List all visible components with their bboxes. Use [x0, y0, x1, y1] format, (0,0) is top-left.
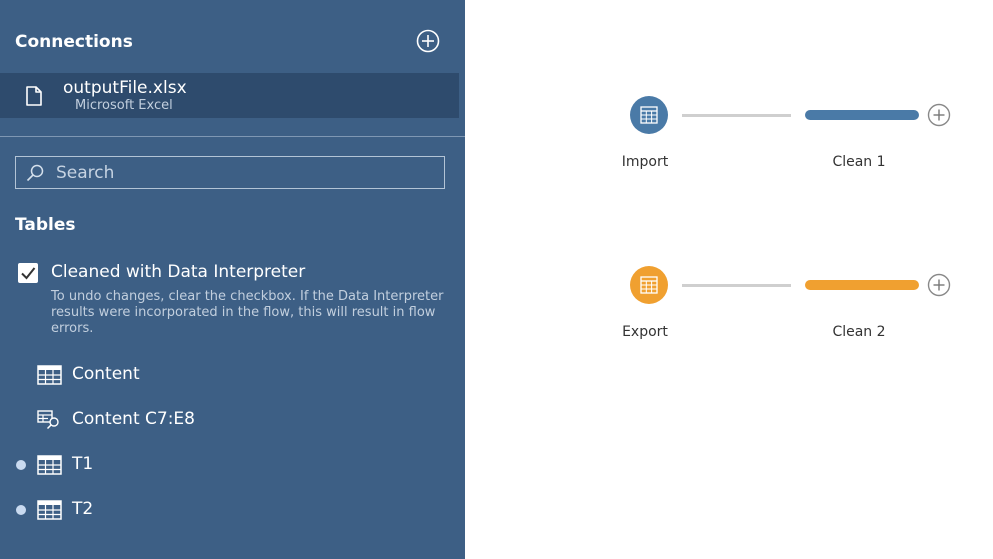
plus-circle-icon [416, 29, 440, 53]
connection-item[interactable]: outputFile.xlsx Microsoft Excel [0, 73, 459, 118]
flow-connector [682, 284, 791, 287]
plus-circle-icon [927, 103, 951, 127]
table-item-label: T1 [72, 454, 94, 474]
input-node-export[interactable] [630, 266, 668, 304]
input-node-label: Export [622, 324, 668, 340]
clean-step-clean-2[interactable] [805, 280, 919, 290]
table-item-label: Content C7:E8 [72, 409, 195, 429]
input-node-import[interactable] [630, 96, 668, 134]
table-item-t2[interactable]: T2 [0, 493, 465, 527]
data-interpreter-label: Cleaned with Data Interpreter [51, 262, 306, 282]
tables-title: Tables [15, 215, 76, 235]
input-node-label: Import [621, 154, 669, 170]
search-box[interactable] [15, 156, 445, 189]
table-icon [640, 276, 658, 294]
clean-step-label: Clean 1 [832, 154, 886, 170]
plus-circle-icon [927, 273, 951, 297]
table-icon [37, 365, 62, 385]
connections-sidebar: Connections outputFile.xlsx Microsoft Ex… [0, 0, 465, 559]
table-item-t1[interactable]: T1 [0, 448, 465, 482]
clean-step-label: Clean 2 [832, 324, 886, 340]
table-item-content-range[interactable]: Content C7:E8 [0, 403, 465, 437]
search-icon [26, 164, 44, 182]
connection-type: Microsoft Excel [75, 98, 173, 113]
table-item-content[interactable]: Content [0, 358, 465, 392]
flow-canvas[interactable]: Import Clean 1 Export Clean 2 [465, 0, 993, 559]
add-step-button[interactable] [926, 272, 952, 298]
table-item-label: Content [72, 364, 140, 384]
table-search-icon [37, 410, 59, 430]
table-icon [37, 500, 62, 520]
checkmark-icon [21, 267, 36, 280]
connection-name: outputFile.xlsx [63, 78, 187, 98]
in-flow-indicator [16, 505, 26, 515]
add-step-button[interactable] [926, 102, 952, 128]
clean-step-clean-1[interactable] [805, 110, 919, 120]
search-input[interactable] [56, 161, 436, 185]
data-interpreter-help: To undo changes, clear the checkbox. If … [51, 289, 444, 336]
table-item-label: T2 [72, 499, 94, 519]
connections-title: Connections [15, 32, 133, 52]
table-icon [37, 455, 62, 475]
flow-connector [682, 114, 791, 117]
divider [0, 136, 465, 137]
add-connection-button[interactable] [416, 29, 440, 53]
file-icon [26, 86, 42, 106]
table-icon [640, 106, 658, 124]
in-flow-indicator [16, 460, 26, 470]
data-interpreter-checkbox[interactable] [18, 263, 38, 283]
